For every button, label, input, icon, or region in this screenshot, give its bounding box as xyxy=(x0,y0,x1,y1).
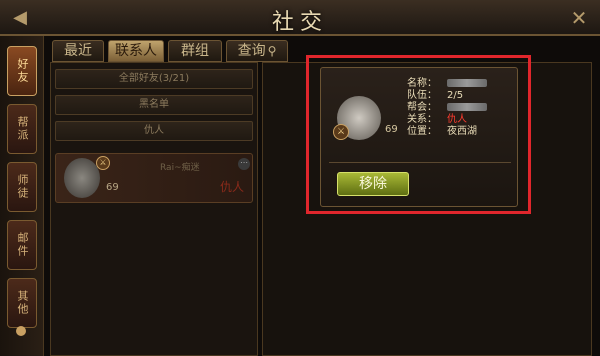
tab-search[interactable]: 查询 ⚲ xyxy=(226,40,288,62)
side-tab-friends[interactable]: 好友 xyxy=(7,46,37,96)
group-all-friends[interactable]: 全部好友(3/21) xyxy=(55,69,253,89)
crossed-swords-icon: ⚔ xyxy=(96,156,110,170)
friend-relation: 仇人 xyxy=(220,180,245,194)
side-tab-other[interactable]: 其他 xyxy=(7,278,37,328)
side-tab-master[interactable]: 师徒 xyxy=(7,162,37,212)
friend-level: 69 xyxy=(106,182,119,193)
friend-name: Rai~痴迷 xyxy=(160,163,200,173)
tab-recent[interactable]: 最近 xyxy=(52,40,104,62)
tab-search-label: 查询 xyxy=(237,43,266,59)
group-enemies[interactable]: 仇人 xyxy=(55,121,253,141)
close-icon[interactable]: ✕ xyxy=(564,3,594,33)
title-bar: ◀ 社交 ✕ xyxy=(0,0,600,36)
window-title: 社交 xyxy=(271,10,328,35)
search-icon: ⚲ xyxy=(267,44,277,58)
more-options-icon[interactable]: ⋯ xyxy=(238,158,250,170)
side-tab-bar: 好友 帮派 师徒 邮件 其他 xyxy=(0,36,44,356)
contact-list-panel: 全部好友(3/21) 黑名单 仇人 ⚔ 69 Rai~痴迷 仇人 ⋯ xyxy=(50,62,258,356)
side-tab-guild[interactable]: 帮派 xyxy=(7,104,37,154)
side-tab-mail[interactable]: 邮件 xyxy=(7,220,37,270)
avatar xyxy=(64,158,100,198)
tab-groups[interactable]: 群组 xyxy=(168,40,222,62)
list-item[interactable]: ⚔ 69 Rai~痴迷 仇人 ⋯ xyxy=(55,153,253,203)
group-blacklist[interactable]: 黑名单 xyxy=(55,95,253,115)
highlight-box xyxy=(306,55,531,214)
tab-contacts[interactable]: 联系人 xyxy=(108,40,164,62)
info-dot-icon xyxy=(16,326,26,336)
